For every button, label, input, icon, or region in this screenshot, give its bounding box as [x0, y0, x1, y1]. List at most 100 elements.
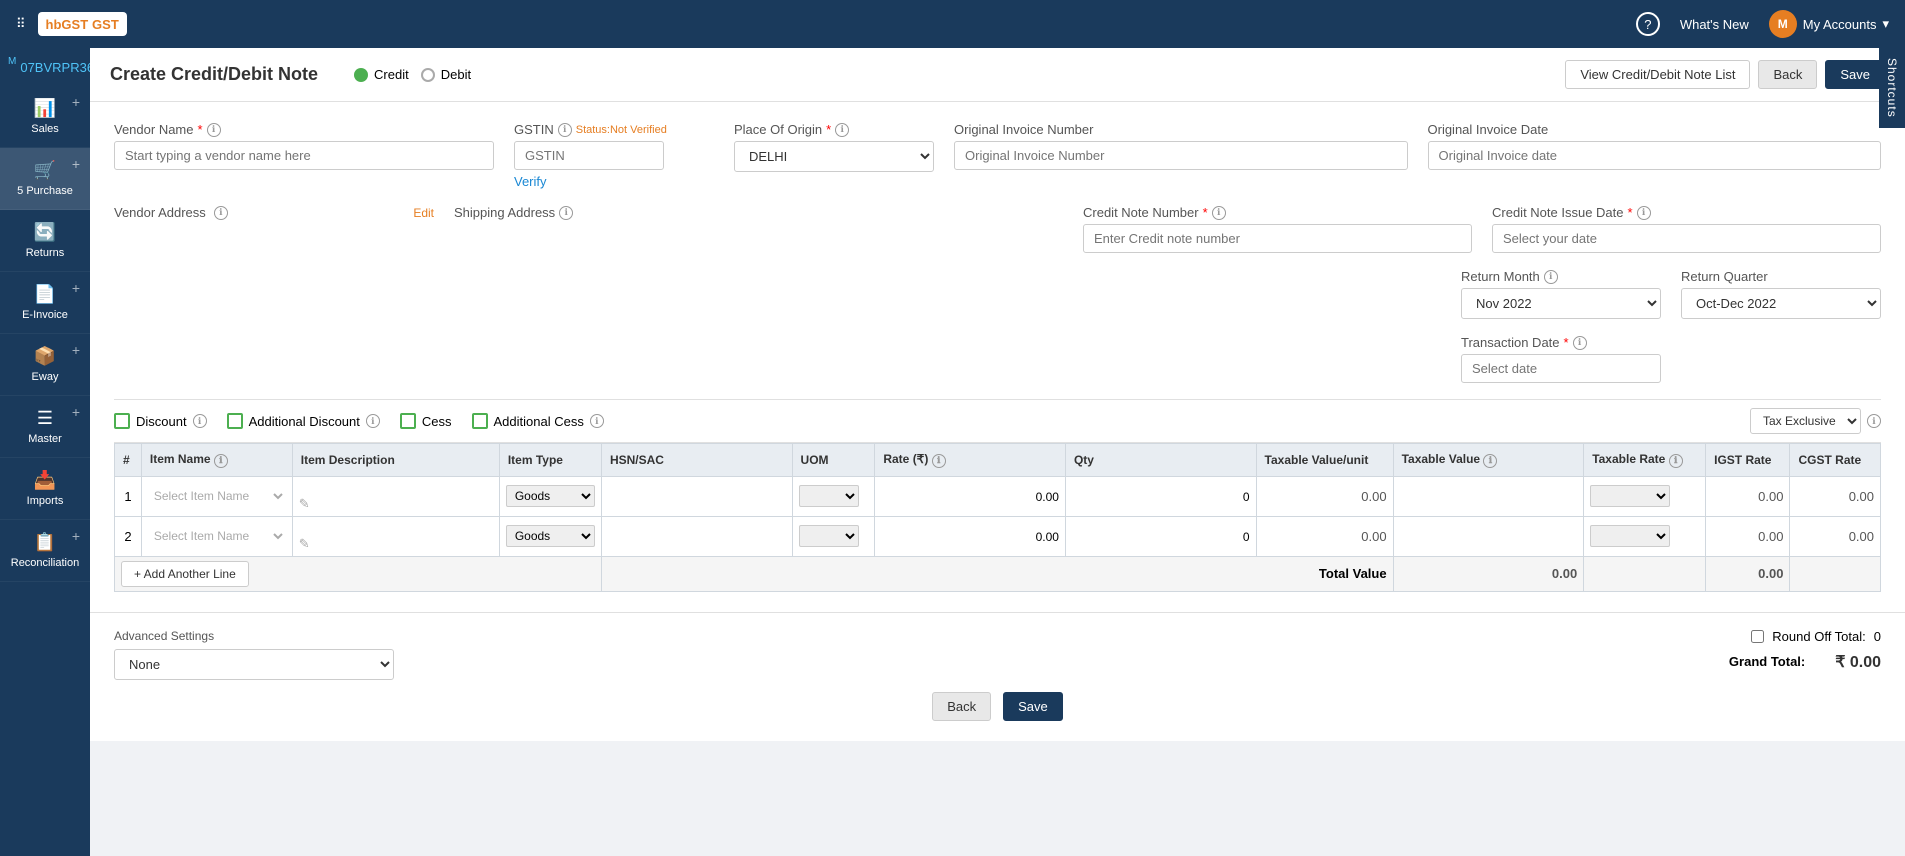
- row1-item-description[interactable]: ✎: [292, 476, 499, 516]
- row1-rate[interactable]: [875, 476, 1066, 516]
- additional-discount-info-icon[interactable]: ℹ: [366, 414, 380, 428]
- row2-item-type-select[interactable]: Goods Services: [506, 525, 595, 547]
- additional-cess-checkbox-group[interactable]: Additional Cess ℹ: [472, 413, 604, 429]
- row2-taxable-rate[interactable]: [1584, 516, 1706, 556]
- additional-cess-checkbox[interactable]: [472, 413, 488, 429]
- cess-checkbox-group[interactable]: Cess: [400, 413, 452, 429]
- credit-note-number-info-icon[interactable]: ℹ: [1212, 206, 1226, 220]
- row2-desc-input[interactable]: [299, 522, 493, 536]
- row2-item-type[interactable]: Goods Services: [499, 516, 601, 556]
- back-button-top[interactable]: Back: [1758, 60, 1817, 89]
- row1-rate-input[interactable]: [881, 490, 1059, 504]
- row2-item-name[interactable]: Select Item Name: [141, 516, 292, 556]
- row1-taxable-value[interactable]: [1393, 476, 1584, 516]
- sidebar-item-returns[interactable]: 🔄 Returns: [0, 210, 90, 272]
- advanced-settings-select[interactable]: None: [114, 649, 394, 680]
- row2-item-description[interactable]: ✎: [292, 516, 499, 556]
- rate-info-icon[interactable]: ℹ: [932, 454, 946, 468]
- vendor-address-info-icon[interactable]: ℹ: [214, 206, 228, 220]
- row1-item-type[interactable]: Goods Services: [499, 476, 601, 516]
- row1-desc-input[interactable]: [299, 482, 493, 496]
- credit-note-number-input[interactable]: [1083, 224, 1472, 253]
- additional-cess-info-icon[interactable]: ℹ: [590, 414, 604, 428]
- row1-taxable-rate[interactable]: [1584, 476, 1706, 516]
- row2-item-name-select[interactable]: Select Item Name: [148, 526, 286, 546]
- sidebar-eway-plus[interactable]: +: [72, 342, 80, 358]
- my-accounts-menu[interactable]: M My Accounts ▾: [1769, 10, 1889, 38]
- help-icon[interactable]: ?: [1636, 12, 1660, 36]
- row2-uom[interactable]: [792, 516, 875, 556]
- round-off-checkbox[interactable]: [1751, 630, 1764, 643]
- original-invoice-date-input[interactable]: [1428, 141, 1882, 170]
- sidebar-reconciliation-plus[interactable]: +: [72, 528, 80, 544]
- sidebar-purchase-plus[interactable]: +: [72, 156, 80, 172]
- tax-exclusive-select[interactable]: Tax Exclusive Tax Inclusive: [1750, 408, 1861, 434]
- row2-qty[interactable]: [1065, 516, 1256, 556]
- row2-hsn-input[interactable]: [608, 530, 786, 544]
- shipping-address-info-icon[interactable]: ℹ: [559, 206, 573, 220]
- vendor-name-info-icon[interactable]: ℹ: [207, 123, 221, 137]
- original-invoice-number-input[interactable]: [954, 141, 1408, 170]
- return-quarter-select[interactable]: Oct-Dec 2022 Jul-Sep 2022: [1681, 288, 1881, 319]
- additional-discount-checkbox[interactable]: [227, 413, 243, 429]
- view-list-button[interactable]: View Credit/Debit Note List: [1565, 60, 1750, 89]
- tax-exclusive-info-icon[interactable]: ℹ: [1867, 414, 1881, 428]
- debit-radio[interactable]: Debit: [421, 67, 471, 82]
- sidebar-item-eway[interactable]: + 📦 Eway: [0, 334, 90, 396]
- row1-taxable-value-input[interactable]: [1400, 490, 1578, 504]
- credit-note-issue-date-input[interactable]: [1492, 224, 1881, 253]
- row2-rate[interactable]: [875, 516, 1066, 556]
- discount-checkbox-group[interactable]: Discount ℹ: [114, 413, 207, 429]
- sidebar-master-plus[interactable]: +: [72, 404, 80, 420]
- add-another-line-button[interactable]: + Add Another Line: [121, 561, 249, 587]
- row1-taxable-rate-select[interactable]: [1590, 485, 1670, 507]
- row1-uom-select[interactable]: [799, 485, 859, 507]
- grid-icon[interactable]: ⠿: [16, 16, 26, 32]
- sidebar-item-einvoice[interactable]: + 📄 E-Invoice: [0, 272, 90, 334]
- sidebar-user-code[interactable]: M 07BVRPR3650J1ZY: [0, 48, 90, 86]
- additional-discount-checkbox-group[interactable]: Additional Discount ℹ: [227, 413, 380, 429]
- transaction-date-input[interactable]: [1461, 354, 1661, 383]
- return-month-info-icon[interactable]: ℹ: [1544, 270, 1558, 284]
- verify-link[interactable]: Verify: [514, 174, 714, 189]
- credit-radio[interactable]: Credit: [354, 67, 409, 82]
- row1-hsn-input[interactable]: [608, 490, 786, 504]
- whats-new-link[interactable]: What's New: [1680, 17, 1749, 32]
- return-month-select[interactable]: Nov 2022 Oct 2022 Dec 2022: [1461, 288, 1661, 319]
- gstin-input[interactable]: [514, 141, 664, 170]
- credit-note-issue-date-info-icon[interactable]: ℹ: [1637, 206, 1651, 220]
- row2-qty-input[interactable]: [1072, 530, 1250, 544]
- row2-hsn-sac[interactable]: [601, 516, 792, 556]
- taxable-value-info-icon[interactable]: ℹ: [1483, 454, 1497, 468]
- row1-hsn-sac[interactable]: [601, 476, 792, 516]
- row1-item-name[interactable]: Select Item Name: [141, 476, 292, 516]
- sidebar-sales-plus[interactable]: +: [72, 94, 80, 110]
- cess-checkbox[interactable]: [400, 413, 416, 429]
- taxable-rate-info-icon[interactable]: ℹ: [1669, 454, 1683, 468]
- row1-item-name-select[interactable]: Select Item Name: [148, 486, 286, 506]
- vendor-name-input[interactable]: [114, 141, 494, 170]
- sidebar-item-master[interactable]: + ☰ Master: [0, 396, 90, 458]
- row2-rate-input[interactable]: [881, 530, 1059, 544]
- row2-taxable-rate-select[interactable]: [1590, 525, 1670, 547]
- place-of-origin-select[interactable]: DELHI: [734, 141, 934, 172]
- sidebar-item-reconciliation[interactable]: + 📋 Reconciliation: [0, 520, 90, 582]
- row1-uom[interactable]: [792, 476, 875, 516]
- row1-qty[interactable]: [1065, 476, 1256, 516]
- save-button-bottom[interactable]: Save: [1003, 692, 1063, 721]
- save-button-top[interactable]: Save: [1825, 60, 1885, 89]
- transaction-date-info-icon[interactable]: ℹ: [1573, 336, 1587, 350]
- row2-taxable-value-input[interactable]: [1400, 530, 1578, 544]
- place-of-origin-info-icon[interactable]: ℹ: [835, 123, 849, 137]
- discount-checkbox[interactable]: [114, 413, 130, 429]
- item-name-info-icon[interactable]: ℹ: [214, 454, 228, 468]
- back-button-bottom[interactable]: Back: [932, 692, 991, 721]
- row1-item-type-select[interactable]: Goods Services: [506, 485, 595, 507]
- gstin-info-icon[interactable]: ℹ: [558, 123, 572, 137]
- sidebar-einvoice-plus[interactable]: +: [72, 280, 80, 296]
- sidebar-item-purchase[interactable]: + 🛒 5 Purchase: [0, 148, 90, 210]
- row2-taxable-value[interactable]: [1393, 516, 1584, 556]
- discount-info-icon[interactable]: ℹ: [193, 414, 207, 428]
- vendor-address-edit[interactable]: Edit: [413, 206, 434, 220]
- row2-uom-select[interactable]: [799, 525, 859, 547]
